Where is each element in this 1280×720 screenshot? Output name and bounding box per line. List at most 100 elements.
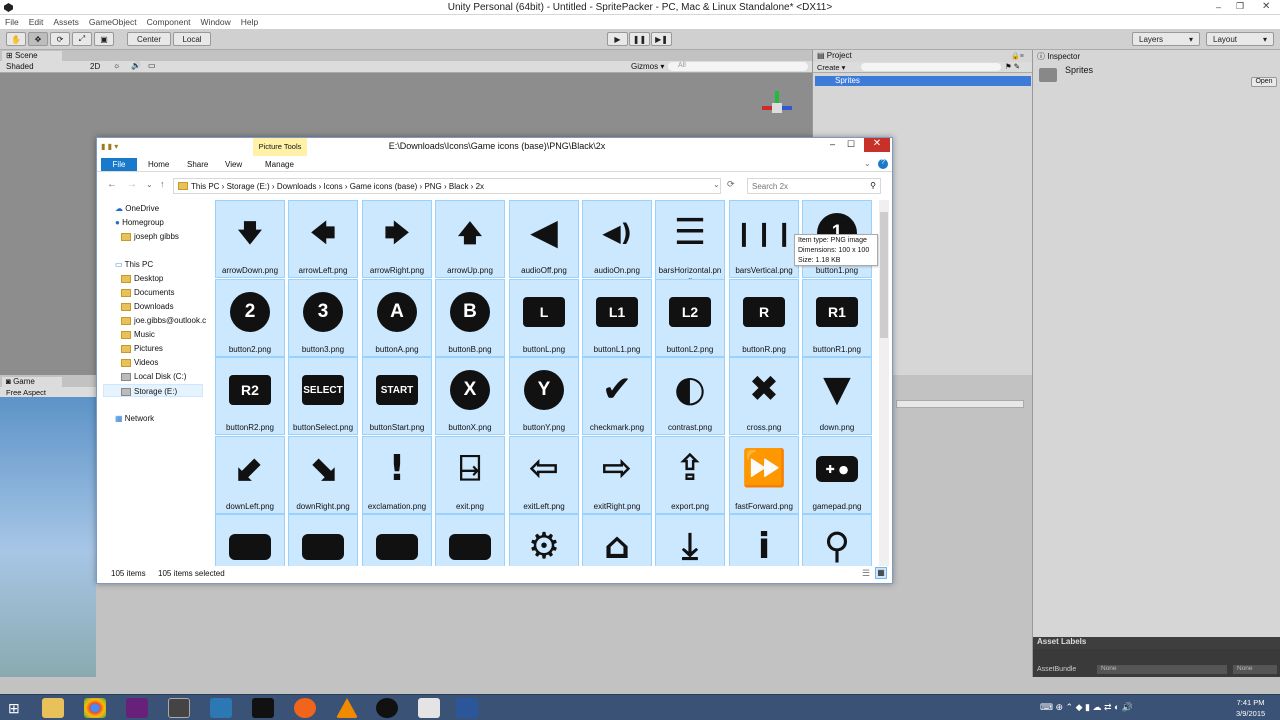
menu-assets[interactable]: Assets	[53, 17, 79, 27]
unity-icon[interactable]	[168, 698, 190, 718]
file-explorer-icon[interactable]	[42, 698, 64, 718]
tree-downloads[interactable]: Downloads	[121, 302, 174, 311]
recent-locations-icon[interactable]: ⌄	[146, 180, 153, 189]
effects-icon[interactable]: ▭	[148, 61, 156, 70]
file-tile[interactable]	[435, 514, 505, 566]
up-icon[interactable]: ↑	[160, 179, 165, 189]
open-button[interactable]: Open	[1251, 77, 1277, 87]
file-tile[interactable]: SELECT buttonSelect.png	[288, 357, 358, 435]
file-tile[interactable]: ◐ contrast.png	[655, 357, 725, 435]
tree-local-disk[interactable]: Local Disk (C:)	[121, 372, 186, 381]
audio-icon[interactable]: 🔊	[131, 61, 141, 70]
origin-icon[interactable]	[294, 698, 316, 718]
file-tile[interactable]: ◀ audioOff.png	[509, 200, 579, 278]
menu-file[interactable]: File	[5, 17, 19, 27]
breadcrumb-storage[interactable]: Storage (E:)	[227, 182, 270, 191]
file-tile[interactable]: ⌂	[582, 514, 652, 566]
forward-icon[interactable]: →	[127, 179, 137, 190]
file-tile[interactable]: BbuttonB.png	[435, 279, 505, 357]
pivot-local-button[interactable]: Local	[173, 32, 211, 46]
ribbon-tab-view[interactable]: View	[225, 160, 242, 169]
tree-homegroup[interactable]: ● Homegroup	[115, 218, 164, 227]
ribbon-tab-home[interactable]: Home	[148, 160, 169, 169]
panel-splitter[interactable]	[896, 400, 1024, 408]
chrome-icon[interactable]	[84, 698, 106, 718]
breadcrumb-black[interactable]: Black	[449, 182, 469, 191]
tree-storage[interactable]: Storage (E:)	[103, 384, 203, 397]
tree-this-pc[interactable]: ▭ This PC	[115, 260, 153, 269]
scrollbar-thumb[interactable]	[880, 212, 888, 338]
file-tile[interactable]	[362, 514, 432, 566]
ribbon-tab-manage[interactable]: Manage	[265, 160, 294, 169]
address-dropdown-icon[interactable]: ⌄	[713, 180, 720, 189]
file-tile[interactable]: START buttonStart.png	[362, 357, 432, 435]
tree-music[interactable]: Music	[121, 330, 155, 339]
file-tile[interactable]: i	[729, 514, 799, 566]
file-tile[interactable]: ⤓	[655, 514, 725, 566]
file-tile[interactable]: R2 buttonR2.png	[215, 357, 285, 435]
file-tile[interactable]: ✔ checkmark.png	[582, 357, 652, 435]
file-tile[interactable]: YbuttonY.png	[509, 357, 579, 435]
explorer-maximize-icon[interactable]: ☐	[847, 139, 855, 150]
file-grid-scrollbar[interactable]	[879, 200, 889, 566]
file-tile[interactable]: 🡅 arrowUp.png	[435, 200, 505, 278]
word-icon[interactable]	[456, 698, 478, 718]
menu-gameobject[interactable]: GameObject	[89, 17, 137, 27]
tree-network[interactable]: ▦ Network	[115, 414, 154, 423]
close-icon[interactable]: ✕	[1262, 1, 1270, 12]
explorer-search-input[interactable]	[748, 179, 860, 193]
file-tile[interactable]: ⬊ downRight.png	[288, 436, 358, 514]
tree-user[interactable]: joseph gibbs	[121, 232, 179, 241]
tree-email-folder[interactable]: joe.gibbs@outlook.c	[121, 316, 206, 325]
file-tile[interactable]: XbuttonX.png	[435, 357, 505, 435]
scene-search-input[interactable]: All	[668, 62, 808, 71]
file-tile[interactable]: ✚ ● gamepad.png	[802, 436, 872, 514]
filter-icon[interactable]: ⚑ ✎	[1005, 62, 1020, 71]
breadcrumb-icons[interactable]: Icons	[324, 182, 343, 191]
pivot-center-button[interactable]: Center	[127, 32, 171, 46]
file-tile[interactable]: ⬋ downLeft.png	[215, 436, 285, 514]
step-button[interactable]: ▶❚	[651, 32, 672, 46]
file-tile[interactable]: ▼ down.png	[802, 357, 872, 435]
file-tile[interactable]: 3 button3.png	[288, 279, 358, 357]
lighting-icon[interactable]: ☼	[113, 61, 120, 70]
ribbon-tab-share[interactable]: Share	[187, 160, 208, 169]
explorer-search-box[interactable]: ⚲	[747, 178, 881, 194]
mode-2d-toggle[interactable]: 2D	[90, 62, 100, 71]
ribbon-tab-file[interactable]: File	[101, 158, 137, 171]
refresh-icon[interactable]: ⟳	[727, 179, 735, 190]
file-tile[interactable]: 2 button2.png	[215, 279, 285, 357]
tab-project[interactable]: ▤ Project	[813, 51, 873, 61]
tab-scene[interactable]: ⊞ Scene	[2, 51, 62, 61]
breadcrumb-this-pc[interactable]: This PC	[191, 182, 219, 191]
rotate-tool-icon[interactable]: ⟳	[50, 32, 70, 46]
breadcrumb-png[interactable]: PNG	[424, 182, 441, 191]
tab-inspector[interactable]: ⓘ Inspector	[1037, 51, 1080, 62]
quick-access-icon[interactable]: ▮ ▮ ▾	[101, 142, 118, 151]
file-tile[interactable]: LbuttonL.png	[509, 279, 579, 357]
layers-dropdown[interactable]: Layers ▾	[1132, 32, 1200, 46]
create-dropdown[interactable]: Create ▾	[817, 63, 845, 72]
explorer-close-button[interactable]: ✕	[864, 138, 890, 152]
obs-icon[interactable]	[376, 698, 398, 718]
file-tile[interactable]: ✖ cross.png	[729, 357, 799, 435]
scene-orientation-gizmo[interactable]	[762, 91, 792, 121]
pause-button[interactable]: ❚❚	[629, 32, 650, 46]
file-tile[interactable]: ⇦ exitLeft.png	[509, 436, 579, 514]
file-tile[interactable]: ⏩ fastForward.png	[729, 436, 799, 514]
file-tile[interactable]: ❙❙❙ barsVertical.png	[729, 200, 799, 278]
tree-desktop[interactable]: Desktop	[121, 274, 163, 283]
rect-tool-icon[interactable]: ▣	[94, 32, 114, 46]
game-viewport[interactable]	[0, 397, 96, 677]
menu-window[interactable]: Window	[201, 17, 231, 27]
breadcrumb-downloads[interactable]: Downloads	[277, 182, 317, 191]
clock[interactable]: 7:41 PM 3/9/2015	[1236, 697, 1265, 719]
system-tray-icons[interactable]: ⌨ ⊕ ⌃ ◆ ▮ ☁ ⇄ ◐ 🔊	[1040, 702, 1133, 713]
file-tile[interactable]: AbuttonA.png	[362, 279, 432, 357]
restore-icon[interactable]: ❐	[1236, 1, 1244, 12]
address-bar[interactable]: This PC › Storage (E:) › Downloads › Ico…	[173, 178, 721, 194]
file-tile[interactable]: R1 buttonR1.png	[802, 279, 872, 357]
menu-component[interactable]: Component	[147, 17, 191, 27]
ribbon-expand-icon[interactable]: ⌄	[864, 159, 871, 168]
steam-icon[interactable]	[252, 698, 274, 718]
